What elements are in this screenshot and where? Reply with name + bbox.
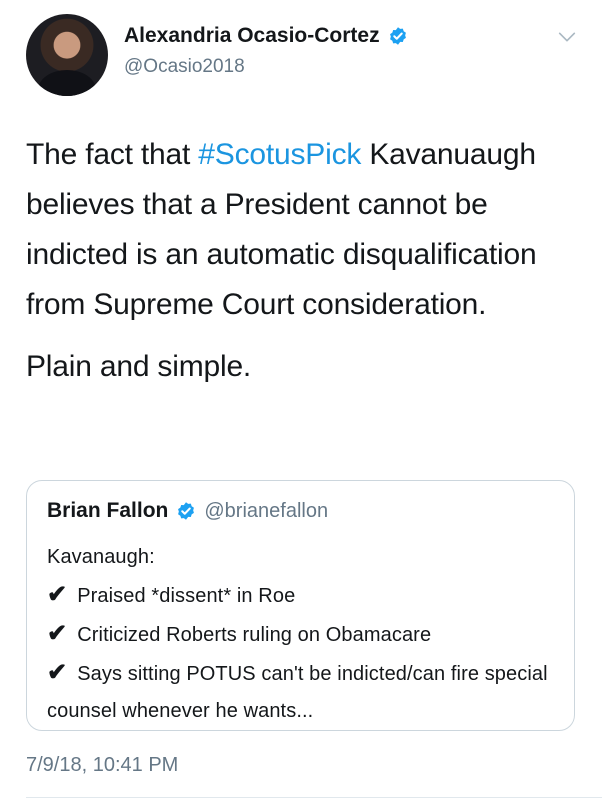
author-handle[interactable]: @Ocasio2018: [124, 56, 245, 78]
checkmark-icon: ✔: [47, 620, 68, 647]
quoted-tweet-body: Kavanaugh: ✔ Praised *dissent* in Roe ✔ Cr…: [47, 539, 562, 730]
quoted-list-item-text: Says sitting POTUS can't be indicted/can…: [47, 663, 548, 722]
author-row: Alexandria Ocasio-Cortez: [124, 24, 408, 48]
verified-badge-icon: [178, 502, 195, 520]
quoted-list-item: ✔ Criticized Roberts ruling on Obamacare: [47, 615, 562, 654]
author-display-name[interactable]: Alexandria Ocasio-Cortez: [124, 24, 380, 48]
tweet-paragraph: The fact that #ScotusPick Kavanuaugh bel…: [26, 130, 586, 330]
quoted-list-item-text: Praised *dissent* in Roe: [77, 585, 296, 607]
quoted-display-name[interactable]: Brian Fallon: [47, 499, 168, 523]
avatar-figure: [38, 70, 96, 96]
checkmark-icon: ✔: [47, 581, 68, 608]
tweet-text-prefix: The fact that: [26, 138, 199, 171]
quoted-handle[interactable]: @brianefallon: [204, 500, 328, 523]
quoted-tweet-card[interactable]: Brian Fallon @brianefallon Kavanaugh: ✔ P…: [26, 480, 575, 731]
quoted-list-item: ✔ Says sitting POTUS can't be indicted/ca…: [47, 654, 562, 730]
avatar[interactable]: [26, 14, 108, 96]
tweet-paragraph-2: Plain and simple.: [26, 350, 252, 383]
chevron-down-icon[interactable]: [556, 26, 578, 48]
quoted-list-item: ✔ Praised *dissent* in Roe: [47, 576, 562, 615]
hashtag-link[interactable]: #ScotusPick: [198, 138, 361, 171]
quoted-tweet-header: Brian Fallon @brianefallon: [47, 499, 328, 523]
tweet-timestamp[interactable]: 7/9/18, 10:41 PM: [26, 754, 178, 777]
tweet-text: The fact that #ScotusPick Kavanuaugh bel…: [26, 130, 586, 392]
verified-badge-icon: [389, 27, 406, 45]
divider: [26, 797, 602, 798]
quoted-intro: Kavanaugh:: [47, 546, 155, 568]
quoted-list-item-text: Criticized Roberts ruling on Obamacare: [77, 624, 432, 646]
checkmark-icon: ✔: [47, 659, 68, 686]
